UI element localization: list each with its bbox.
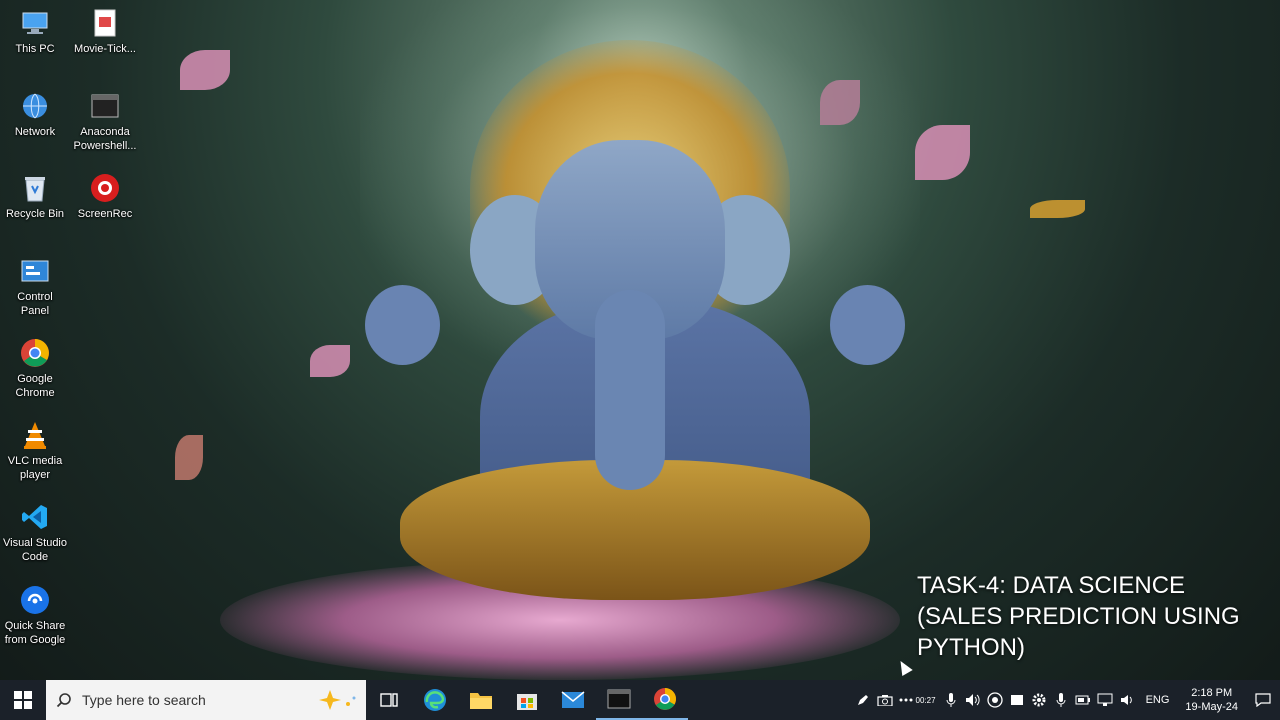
desktop-icon-label: VLC media player [7,455,63,481]
desktop-icon-quick-share[interactable]: Quick Share from Google [0,585,70,647]
recycle-bin-icon [20,173,50,203]
speaker-icon[interactable] [962,680,984,720]
this-pc-icon [20,8,50,38]
desktop-icon-label: Google Chrome [15,373,55,399]
desktop-icon-label: Movie-Tick... [74,43,136,55]
clock-time: 2:18 PM [1191,687,1233,699]
desktop-icon-label: This PC [15,43,55,55]
store-icon [517,694,537,710]
task-view-icon [380,693,398,707]
clock-date: 19-May-24 [1185,701,1238,713]
document-icon [90,8,120,38]
vscode-icon [20,502,50,532]
file-explorer-icon [470,693,492,709]
taskbar-terminal[interactable] [596,680,642,720]
terminal-icon [607,689,631,709]
desktop-icon-label: ScreenRec [77,208,133,220]
desktop-icon-label: Recycle Bin [5,208,65,220]
tray-microphone-icon[interactable] [1050,680,1072,720]
desktop-icon-control-panel[interactable]: Control Panel [0,256,70,318]
desktop-icon-label: Control Panel [17,291,53,317]
chrome-icon [20,338,50,368]
desktop-icon-network[interactable]: Network [0,91,70,139]
taskbar-clock[interactable]: 2:18 PM 19-May-24 [1177,686,1246,714]
windows-logo-icon [14,691,32,709]
search-placeholder: Type here to search [82,692,206,708]
vlc-icon [20,420,50,450]
webcam-icon[interactable] [984,680,1006,720]
taskbar-search-box[interactable]: Type here to search [46,680,366,720]
network-icon [20,91,50,121]
desktop-icon-google-chrome[interactable]: Google Chrome [0,338,70,400]
taskbar-file-explorer[interactable] [458,680,504,720]
task-caption: TASK-4: DATA SCIENCE (SALES PREDICTION U… [917,572,1240,661]
desktop-icon-movie-ticket[interactable]: Movie-Tick... [70,8,140,56]
sparkle-icon [319,690,356,710]
camera-icon[interactable] [874,680,896,720]
notification-center-icon[interactable] [1246,680,1280,720]
network-status-icon[interactable] [1094,680,1116,720]
settings-gear-icon[interactable] [1028,680,1050,720]
desktop-icon-screenrec[interactable]: ScreenRec [70,173,140,221]
language-indicator[interactable]: ENG [1138,694,1178,706]
screenrec-icon [90,173,120,203]
recording-time: 00:27 [915,695,936,705]
chrome-icon [654,688,676,710]
control-panel-icon [20,256,50,286]
desktop-icon-label: Anaconda Powershell... [73,126,137,152]
desktop-icon-anaconda-powershell[interactable]: Anaconda Powershell... [70,91,140,153]
more-dots-icon[interactable] [896,680,916,720]
volume-icon[interactable] [1116,680,1138,720]
edge-icon [424,689,446,711]
desktop-icon-vscode[interactable]: Visual Studio Code [0,502,70,564]
window-icon[interactable] [1006,680,1028,720]
taskbar: Type here to search 00:27 ENG 2:18 PM 19… [0,680,1280,720]
desktop-icon-label: Visual Studio Code [2,537,67,563]
battery-icon[interactable] [1072,680,1094,720]
taskbar-store[interactable] [504,680,550,720]
search-icon [56,693,71,708]
quick-share-icon [20,585,50,615]
desktop-icon-label: Quick Share from Google [4,620,66,646]
taskbar-chrome[interactable] [642,680,688,720]
task-view-button[interactable] [366,680,412,720]
desktop-icon-label: Network [14,126,56,138]
start-button[interactable] [0,680,46,720]
pen-icon[interactable] [852,680,874,720]
mail-icon [561,691,585,708]
terminal-icon [90,91,120,121]
desktop-icon-this-pc[interactable]: This PC [0,8,70,56]
system-tray: 00:27 ENG 2:18 PM 19-May-24 [852,680,1280,720]
desktop-icon-recycle-bin[interactable]: Recycle Bin [0,173,70,221]
taskbar-mail[interactable] [550,680,596,720]
desktop-icon-vlc[interactable]: VLC media player [0,420,70,482]
microphone-icon[interactable] [940,680,962,720]
taskbar-edge[interactable] [412,680,458,720]
